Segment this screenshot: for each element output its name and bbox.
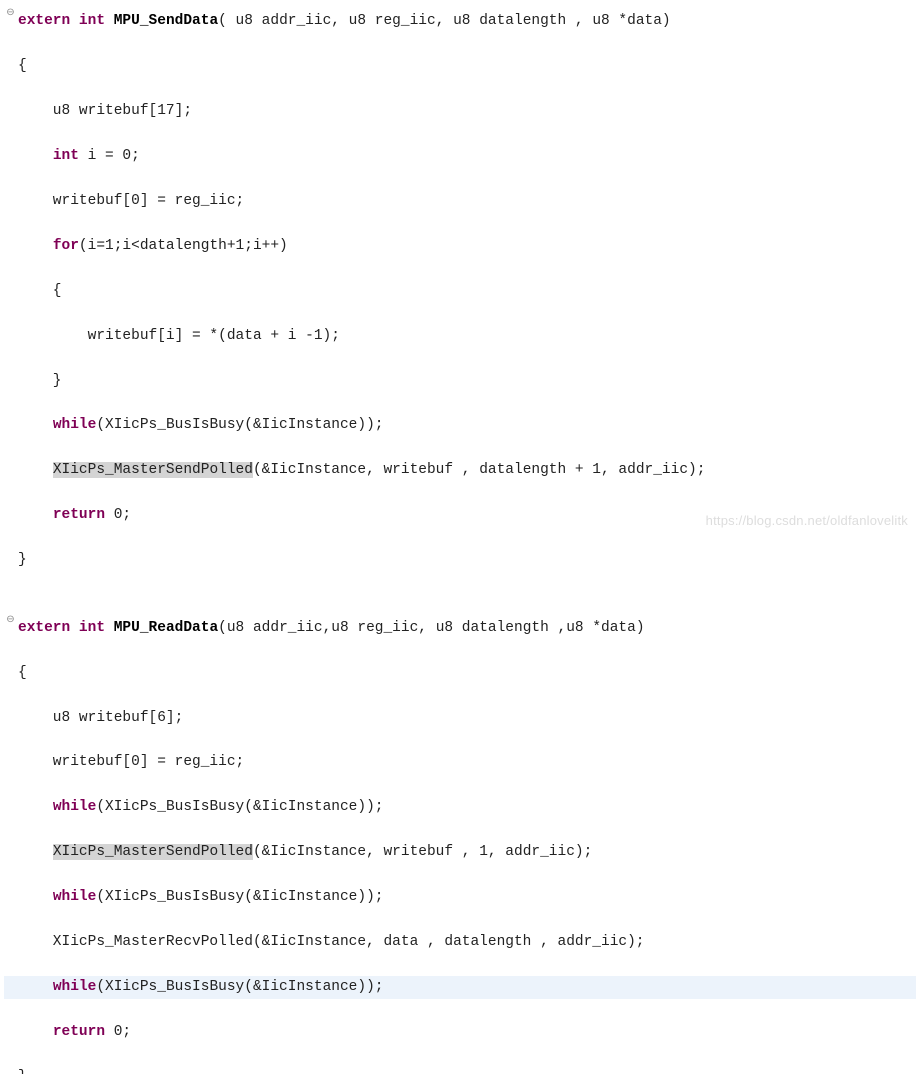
code-token: ( u8 addr_iic, u8 reg_iic, u8 datalength…: [218, 13, 670, 29]
code-token: }: [18, 552, 27, 568]
code-token: (XIicPs_BusIsBusy(&IicInstance));: [96, 799, 383, 815]
code-line: int i = 0;: [4, 145, 916, 167]
code-token: while: [53, 799, 97, 815]
code-editor: ⊖extern int MPU_SendData( u8 addr_iic, u…: [4, 10, 916, 1074]
code-token: {: [18, 665, 27, 681]
code-token: XIicPs_MasterSendPolled: [53, 462, 253, 478]
code-token: writebuf[i] = *(data + i -1);: [18, 328, 340, 344]
code-line: }: [4, 549, 916, 571]
code-line: writebuf[0] = reg_iic;: [4, 751, 916, 773]
code-line: }: [4, 1066, 916, 1074]
code-token: [18, 417, 53, 433]
code-token: writebuf[0] = reg_iic;: [18, 754, 244, 770]
code-token: u8 writebuf[6];: [18, 710, 183, 726]
code-token: (XIicPs_BusIsBusy(&IicInstance));: [96, 417, 383, 433]
code-token: [18, 507, 53, 523]
code-token: while: [53, 979, 97, 995]
code-line: writebuf[0] = reg_iic;: [4, 190, 916, 212]
code-token: [18, 844, 53, 860]
code-token: {: [18, 58, 27, 74]
code-token: [70, 620, 79, 636]
code-token: 0;: [105, 507, 131, 523]
code-token: int: [79, 620, 105, 636]
code-line: return 0;: [4, 1021, 916, 1043]
code-token: MPU_ReadData: [114, 620, 218, 636]
code-token: [18, 979, 53, 995]
code-token: int: [53, 148, 79, 164]
code-line: {: [4, 55, 916, 77]
code-token: int: [79, 13, 105, 29]
code-line: return 0;: [4, 504, 916, 526]
code-line: {: [4, 280, 916, 302]
code-line: writebuf[i] = *(data + i -1);: [4, 325, 916, 347]
code-token: }: [18, 1069, 27, 1074]
code-line: u8 writebuf[17];: [4, 100, 916, 122]
code-line: XIicPs_MasterRecvPolled(&IicInstance, da…: [4, 931, 916, 953]
code-token: }: [18, 373, 62, 389]
code-token: [18, 1024, 53, 1040]
code-line: }: [4, 370, 916, 392]
code-token: [18, 238, 53, 254]
code-token: (&IicInstance, writebuf , datalength + 1…: [253, 462, 705, 478]
code-line: for(i=1;i<datalength+1;i++): [4, 235, 916, 257]
code-line: {: [4, 662, 916, 684]
code-line: XIicPs_MasterSendPolled(&IicInstance, wr…: [4, 459, 916, 481]
code-token: [105, 13, 114, 29]
code-line: while(XIicPs_BusIsBusy(&IicInstance));: [4, 886, 916, 908]
code-token: while: [53, 889, 97, 905]
code-token: (i=1;i<datalength+1;i++): [79, 238, 288, 254]
code-line: while(XIicPs_BusIsBusy(&IicInstance));: [4, 976, 916, 998]
code-token: [18, 462, 53, 478]
code-token: extern: [18, 620, 70, 636]
code-token: extern: [18, 13, 70, 29]
code-token: return: [53, 1024, 105, 1040]
code-token: (XIicPs_BusIsBusy(&IicInstance));: [96, 979, 383, 995]
code-token: [105, 620, 114, 636]
code-token: [18, 799, 53, 815]
code-line: XIicPs_MasterSendPolled(&IicInstance, wr…: [4, 841, 916, 863]
code-token: return: [53, 507, 105, 523]
code-token: while: [53, 417, 97, 433]
code-token: [70, 13, 79, 29]
code-token: (&IicInstance, writebuf , 1, addr_iic);: [253, 844, 592, 860]
code-line: ⊖extern int MPU_SendData( u8 addr_iic, u…: [4, 10, 916, 32]
code-token: XIicPs_MasterSendPolled: [53, 844, 253, 860]
fold-toggle-icon[interactable]: ⊖: [6, 617, 15, 626]
code-token: (u8 addr_iic,u8 reg_iic, u8 datalength ,…: [218, 620, 644, 636]
code-line: ⊖extern int MPU_ReadData(u8 addr_iic,u8 …: [4, 617, 916, 639]
code-line: u8 writebuf[6];: [4, 707, 916, 729]
code-line: while(XIicPs_BusIsBusy(&IicInstance));: [4, 414, 916, 436]
code-token: writebuf[0] = reg_iic;: [18, 193, 244, 209]
code-line: while(XIicPs_BusIsBusy(&IicInstance));: [4, 796, 916, 818]
code-token: u8 writebuf[17];: [18, 103, 192, 119]
fold-toggle-icon[interactable]: ⊖: [6, 10, 15, 19]
code-token: MPU_SendData: [114, 13, 218, 29]
code-token: (XIicPs_BusIsBusy(&IicInstance));: [96, 889, 383, 905]
code-token: [18, 889, 53, 905]
code-token: {: [18, 283, 62, 299]
code-token: [18, 148, 53, 164]
code-token: XIicPs_MasterRecvPolled(&IicInstance, da…: [18, 934, 645, 950]
code-token: for: [53, 238, 79, 254]
code-token: 0;: [105, 1024, 131, 1040]
code-token: i = 0;: [79, 148, 140, 164]
